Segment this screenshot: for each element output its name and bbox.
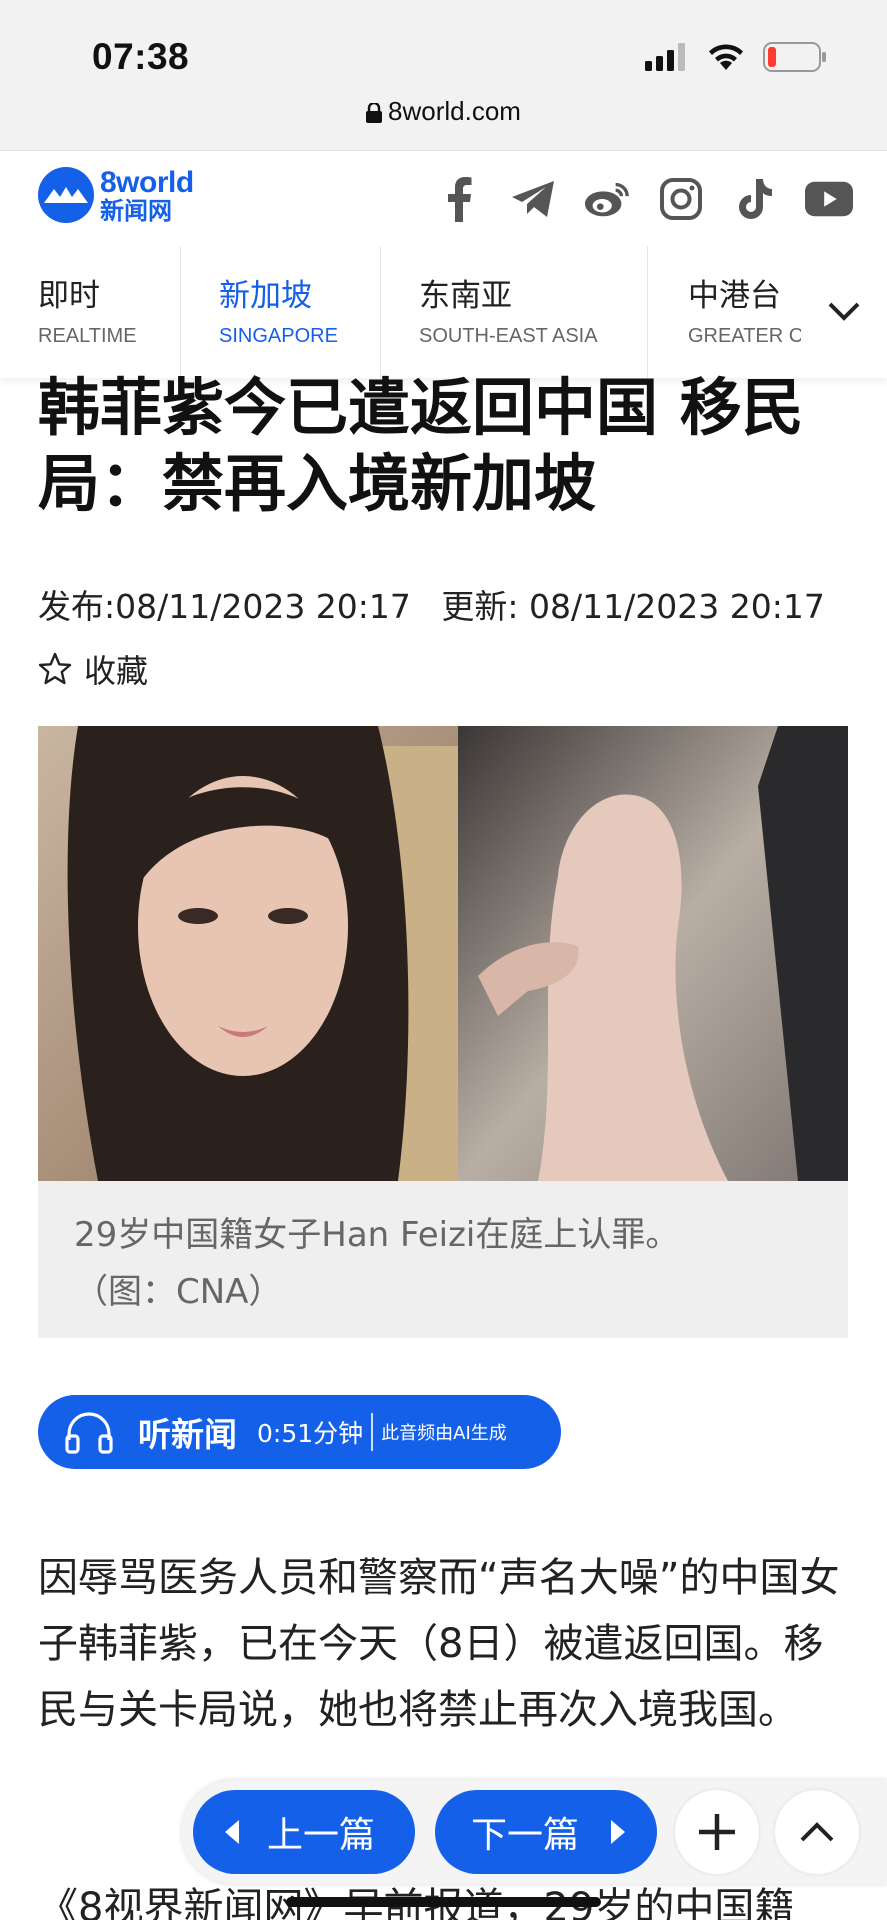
facebook-icon[interactable] [435, 175, 483, 223]
8world-logo-icon [38, 167, 94, 223]
chevron-up-icon [800, 1822, 834, 1842]
lock-icon [366, 103, 383, 124]
published-time: 发布:08/11/2023 20:17 [38, 587, 411, 626]
bookmark-button[interactable]: 收藏 [38, 646, 148, 692]
url-text: 8world.com [388, 96, 521, 126]
social-links [435, 175, 853, 223]
caption-credit: （图：CNA） [74, 1272, 283, 1312]
tabs-expand-button[interactable] [801, 246, 887, 378]
audio-duration: 0:51分钟 [257, 1419, 364, 1448]
tab-label-en: SINGAPORE [219, 325, 338, 347]
article-headline: 韩菲紫今已遣返回中国 移民局：禁再入境新加坡 [38, 371, 804, 520]
tab-singapore[interactable]: 新加坡 SINGAPORE [181, 246, 381, 378]
battery-icon [763, 42, 826, 72]
tab-label-en: REALTIME [38, 325, 137, 347]
article-paragraph: 因辱骂医务人员和警察而“声名大噪”的中国女子韩菲紫，已在今天（8日）被遣返回国。… [38, 1555, 840, 1733]
previous-article-button[interactable]: 上一篇 [193, 1790, 415, 1874]
caret-left-icon [225, 1820, 239, 1844]
tab-realtime[interactable]: 即时 REALTIME [0, 246, 181, 378]
youtube-icon[interactable] [805, 175, 853, 223]
instagram-icon[interactable] [657, 175, 705, 223]
tab-label-zh: 新加坡 [219, 278, 312, 314]
bookmark-label: 收藏 [84, 652, 149, 690]
headphones-icon [65, 1412, 113, 1454]
divider [371, 1413, 374, 1451]
caret-right-icon [611, 1820, 626, 1844]
site-logo[interactable]: 8world 新闻网 [38, 167, 194, 223]
tab-label-zh: 东南亚 [419, 278, 512, 314]
add-button[interactable] [675, 1790, 759, 1874]
address-bar[interactable]: 8world.com [0, 96, 887, 127]
caption-line: 29岁中国籍女子Han Feizi在庭上认罪。 [74, 1215, 680, 1255]
listen-news-button[interactable]: 听新闻 0:51分钟 此音频由AI生成 [38, 1395, 561, 1469]
next-article-button[interactable]: 下一篇 [435, 1790, 657, 1874]
scroll-top-button[interactable] [775, 1790, 859, 1874]
chevron-down-icon [828, 302, 860, 321]
star-icon [38, 652, 72, 685]
weibo-icon[interactable] [583, 175, 631, 223]
status-icons [645, 42, 827, 72]
photo-caption: 29岁中国籍女子Han Feizi在庭上认罪。 （图：CNA） [38, 1181, 848, 1338]
telegram-icon[interactable] [509, 175, 557, 223]
article-meta: 发布:08/11/2023 20:17 更新: 08/11/2023 20:17 [38, 580, 825, 628]
signal-icon [645, 43, 685, 71]
status-bar: 07:38 8world.com [0, 0, 887, 150]
previous-label: 上一篇 [267, 1815, 376, 1856]
tab-label-en: SOUTH-EAST ASIA [419, 325, 598, 347]
tab-southeast-asia[interactable]: 东南亚 SOUTH-EAST ASIA [381, 246, 648, 378]
category-tabs: 即时 REALTIME 新加坡 SINGAPORE 东南亚 SOUTH-EAST… [0, 246, 887, 378]
tiktok-icon[interactable] [731, 175, 779, 223]
site-header: 8world 新闻网 [0, 150, 887, 246]
article-photo[interactable] [38, 726, 848, 1181]
plus-icon [699, 1814, 735, 1850]
updated-time: 更新: 08/11/2023 20:17 [441, 587, 825, 626]
home-indicator [286, 1897, 601, 1907]
status-time: 07:38 [92, 36, 190, 77]
listen-label: 听新闻 [138, 1415, 237, 1454]
logo-wordmark-zh: 新闻网 [100, 196, 172, 225]
tab-label-zh: 即时 [38, 278, 100, 314]
logo-wordmark-en: 8world [100, 165, 194, 199]
wifi-icon [709, 44, 743, 70]
next-label: 下一篇 [471, 1815, 580, 1856]
ai-audio-note: 此音频由AI生成 [381, 1423, 507, 1444]
